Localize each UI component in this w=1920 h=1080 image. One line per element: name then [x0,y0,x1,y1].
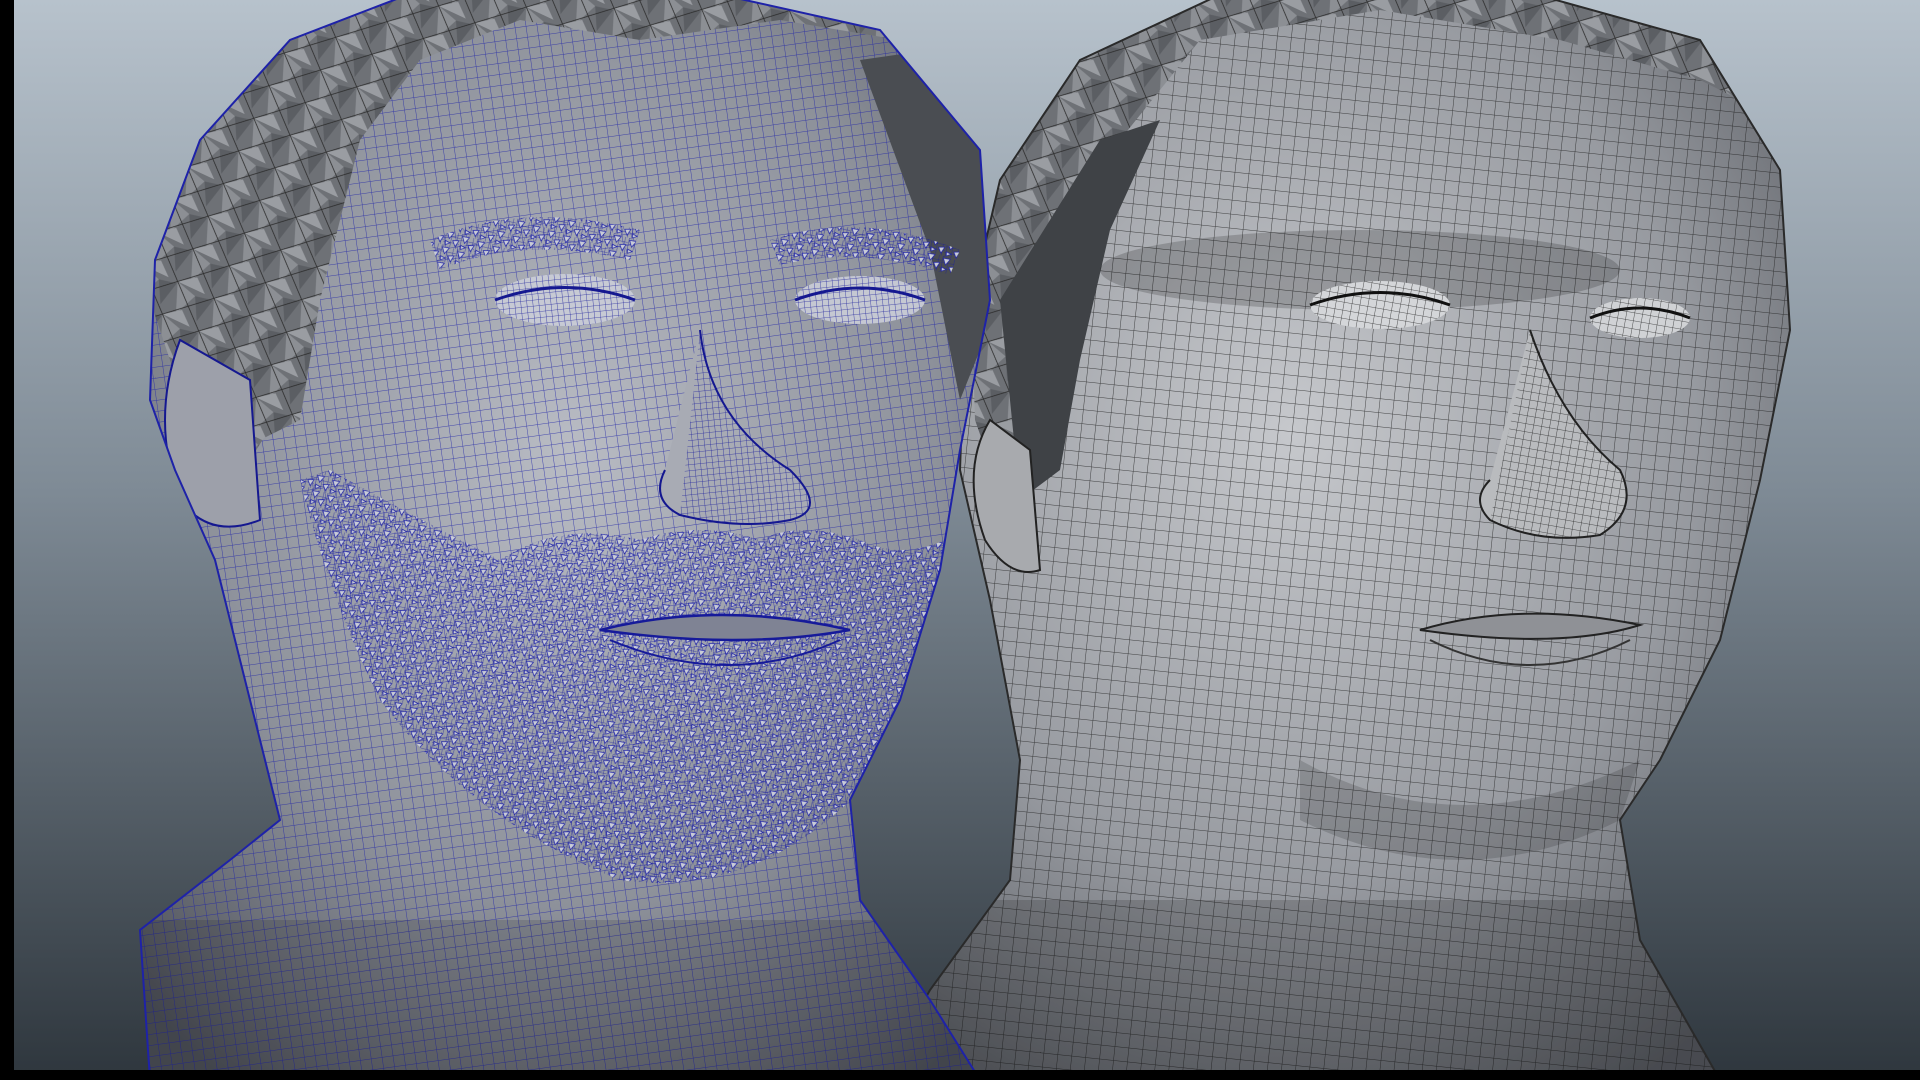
viewport-canvas[interactable] [0,0,1920,1080]
frame-border-bottom [0,1070,1920,1080]
3d-viewport[interactable] [0,0,1920,1080]
frame-border-left [0,0,14,1080]
